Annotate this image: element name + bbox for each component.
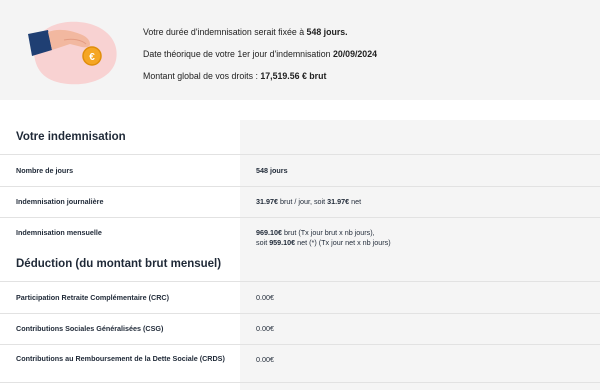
row-value-crds: 0.00€ [256,355,274,364]
monthly-net-text: net (*) (Tx jour net x nb jours) [295,238,391,247]
summary-panel: € Votre durée d'indemnisation serait fix… [0,0,600,100]
row-label-indemnisation-journaliere: Indemnisation journalière [16,197,104,206]
monthly-line-1: 969.10€ brut (Tx jour brut x nb jours), [256,228,391,238]
monthly-gross-value: 969.10€ [256,228,282,237]
divider [0,154,600,155]
divider [0,382,600,383]
monthly-net-value: 959.10€ [269,238,296,247]
duration-line: Votre durée d'indemnisation serait fixée… [143,27,348,37]
daily-net-text: net [349,197,362,206]
value-column-background [240,120,600,390]
total-amount-line: Montant global de vos droits : 17,519.56… [143,71,326,81]
row-value-crc: 0.00€ [256,293,274,302]
divider [0,281,600,282]
deduction-section-title: Déduction (du montant brut mensuel) [16,258,222,270]
divider [0,313,600,314]
duration-text: Votre durée d'indemnisation serait fixée… [143,27,307,37]
divider [0,344,600,345]
monthly-net-prefix: soit [256,238,270,247]
row-label-crc: Participation Retraite Complémentaire (C… [16,293,169,302]
row-value-indemnisation-journaliere: 31.97€ brut / jour, soit 31.97€ net [256,197,361,207]
row-value-indemnisation-mensuelle: 969.10€ brut (Tx jour brut x nb jours), … [256,228,391,248]
row-value-nombre-jours: 548 jours [256,166,288,176]
divider [0,217,600,218]
nombre-jours-value: 548 jours [256,166,288,175]
row-value-csg: 0.00€ [256,324,274,333]
duration-value: 548 jours. [306,27,348,37]
row-label-csg: Contributions Sociales Généralisées (CSG… [16,324,164,333]
indemnisation-section-title: Votre indemnisation [16,131,126,143]
start-date-value: 20/09/2024 [332,49,377,59]
daily-net-value: 31.97€ [327,197,350,206]
indemnisation-table: Votre indemnisation Nombre de jours 548 … [0,120,600,390]
daily-gross-text: brut / jour, soit [277,197,328,206]
total-amount-value: 17,519.56 € brut [260,71,327,81]
monthly-gross-text: brut (Tx jour brut x nb jours), [281,228,375,237]
hand-coin-icon: € [28,21,117,85]
euro-symbol: € [89,52,95,63]
daily-gross-value: 31.97€ [256,197,278,206]
row-label-crds: Contributions au Remboursement de la Det… [16,354,225,363]
divider [0,186,600,187]
row-label-indemnisation-mensuelle: Indemnisation mensuelle [16,228,102,237]
start-date-text: Date théorique de votre 1er jour d'indem… [143,49,333,59]
row-label-nombre-jours: Nombre de jours [16,166,74,175]
start-date-line: Date théorique de votre 1er jour d'indem… [143,49,377,59]
total-amount-text: Montant global de vos droits : [143,71,261,81]
monthly-line-2: soit 959.10€ net (*) (Tx jour net x nb j… [256,238,391,248]
